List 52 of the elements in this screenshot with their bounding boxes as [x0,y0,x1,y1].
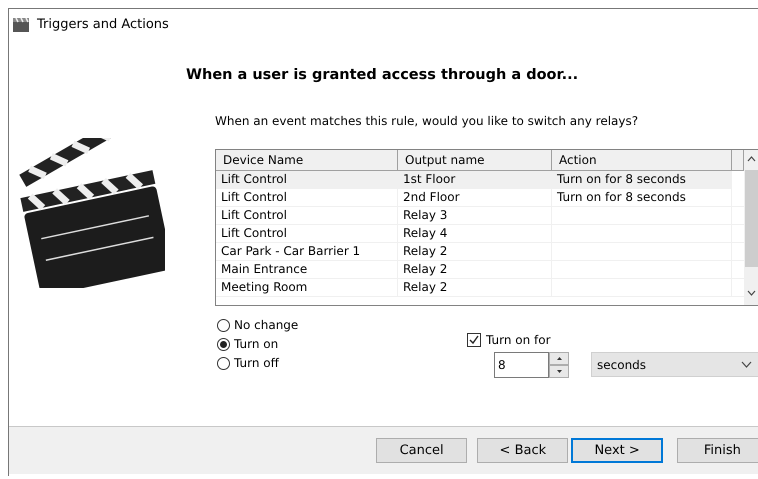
number-field[interactable]: 8 [494,352,549,378]
table-cell: 1st Floor [403,172,456,186]
clapperboard-icon [13,18,29,32]
radio-option[interactable]: Turn on [217,337,457,351]
checkbox-label: Turn on for [486,333,551,347]
radio-option[interactable]: No change [217,318,457,332]
table-cell: Relay 2 [403,262,448,276]
window-title: Triggers and Actions [37,17,169,32]
table-cell: Car Park - Car Barrier 1 [221,244,360,258]
dialog-button[interactable]: Finish [676,438,758,463]
table-row[interactable]: Lift Control Relay 4 [216,225,744,243]
column-header[interactable]: Output name [398,150,552,170]
radio-label: Turn off [234,356,279,370]
table-cell: Turn on for 8 seconds [557,172,686,186]
table-row[interactable]: Lift Control 1st Floor Turn on for 8 seconds [216,171,732,189]
table-row[interactable]: Lift Control Relay 3 [216,207,744,225]
table-row[interactable]: Main Entrance Relay 2 [216,261,744,279]
radio-label: No change [234,318,298,332]
table-cell: Relay 4 [403,226,448,240]
table-cell: Meeting Room [221,280,308,294]
column-header[interactable]: Device Name [216,150,398,170]
table-cell: Lift Control [221,208,287,222]
table-row[interactable]: Meeting Room Relay 2 [216,279,744,297]
caret-up-icon [556,357,562,360]
table-row[interactable]: Car Park - Car Barrier 1 Relay 2 [216,243,744,261]
heading: When a user is granted access through a door... [186,67,580,83]
spin-up-button[interactable] [549,352,569,365]
radio-button[interactable] [217,356,230,370]
radio-button[interactable] [217,318,230,332]
dialog-button[interactable]: Next > [571,438,663,463]
column-header[interactable]: Action [552,150,732,170]
radio-button[interactable] [217,338,230,350]
dialog-button[interactable]: Cancel [376,438,468,463]
table-cell: Lift Control [221,172,287,186]
table-cell: Relay 2 [403,280,448,294]
table-cell: 2nd Floor [403,190,460,204]
dialog-button[interactable]: < Back [477,438,568,463]
caret-down-icon [556,370,562,373]
unit-dropdown[interactable]: seconds [591,352,758,377]
table-row[interactable]: Lift Control 2nd Floor Turn on for 8 seconds [216,189,744,207]
table-cell: Lift Control [221,226,287,240]
checkbox[interactable] [467,333,481,347]
chevron-down-icon [741,361,752,368]
spin-down-button[interactable] [549,365,569,378]
table-cell: Turn on for 8 seconds [557,190,686,204]
radio-option[interactable]: Turn off [217,356,457,370]
table-cell: Main Entrance [221,262,308,276]
table-cell: Relay 3 [403,208,448,222]
radio-label: Turn on [234,337,278,351]
prompt-text: When an event matches this rule, would you like to switch any relays? [215,114,640,128]
table-cell: Lift Control [221,190,287,204]
table-cell: Relay 2 [403,244,448,258]
